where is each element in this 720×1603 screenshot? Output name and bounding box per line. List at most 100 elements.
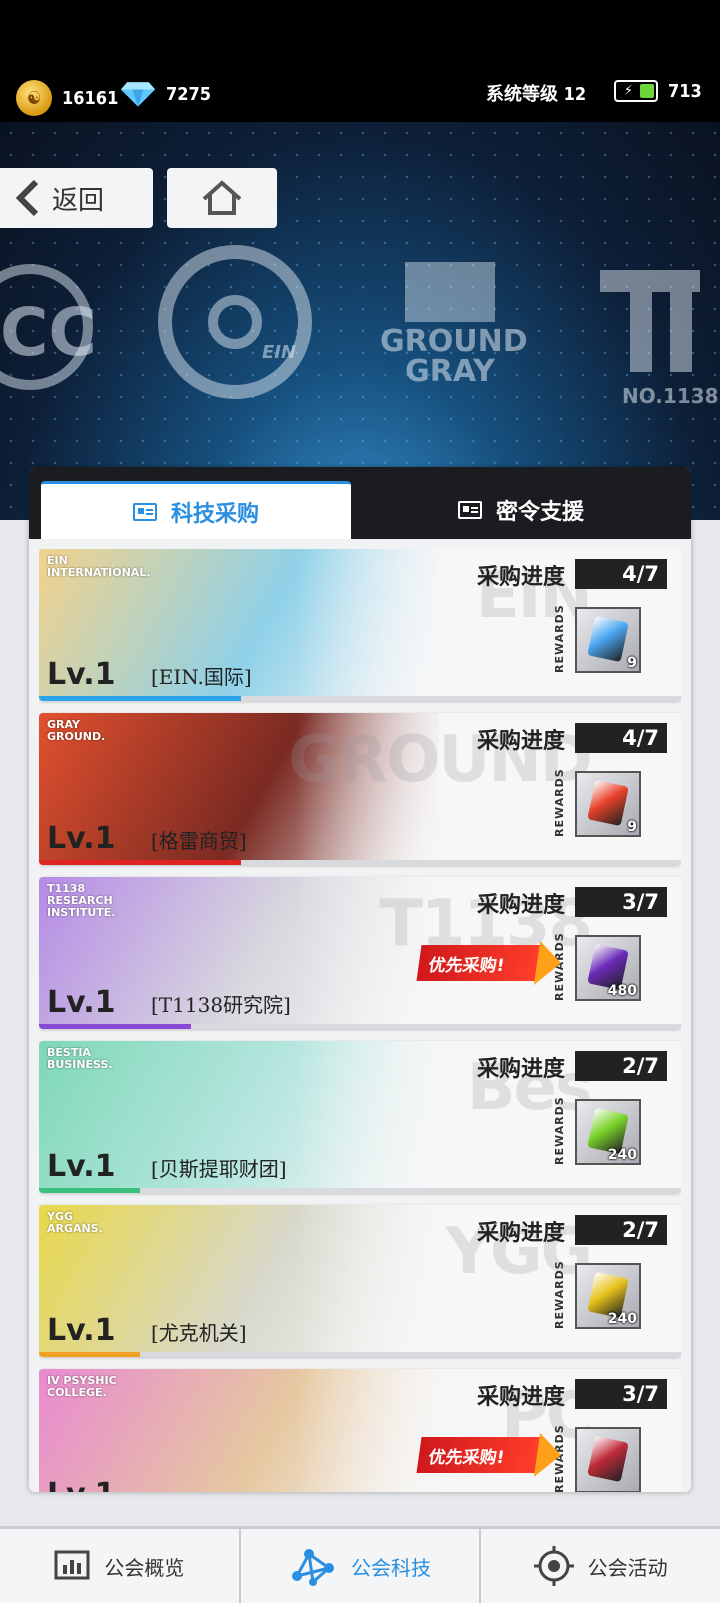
battery-icon: ⚡ bbox=[614, 80, 658, 102]
back-button[interactable]: 返回 bbox=[0, 168, 153, 228]
chevron-left-icon bbox=[15, 179, 39, 217]
level-progress-fill bbox=[39, 1188, 140, 1193]
reward-crystal-icon bbox=[587, 779, 629, 827]
reward-count: 240 bbox=[607, 1147, 637, 1163]
purchase-progress-label: 采购进度 bbox=[477, 564, 566, 590]
level-progress-bar bbox=[39, 1024, 681, 1029]
nav-guild-tech[interactable]: 公会科技 bbox=[241, 1529, 482, 1603]
faction-name: [尤克机关] bbox=[151, 1321, 247, 1345]
faction-level: Lv.1 bbox=[47, 985, 116, 1020]
reward-count: 240 bbox=[607, 1311, 637, 1327]
system-level-text: 系统等级 12 bbox=[486, 84, 587, 105]
reward-count: 9 bbox=[627, 819, 637, 835]
purchase-progress-value: 2/7 bbox=[575, 1051, 667, 1081]
purchase-progress-value: 2/7 bbox=[575, 1215, 667, 1245]
level-progress-bar bbox=[39, 1188, 681, 1193]
level-progress-fill bbox=[39, 696, 241, 701]
faction-level: Lv.1 bbox=[47, 821, 116, 856]
faction-card[interactable]: PC IV PSYSHIC COLLEGE. Lv.1 采购进度 3/7 REW… bbox=[39, 1369, 681, 1492]
energy-counter: ⚡ 713 bbox=[614, 80, 702, 102]
level-progress-bar bbox=[39, 860, 681, 865]
reward-crystal-icon bbox=[587, 615, 629, 663]
reward-item[interactable] bbox=[575, 1427, 641, 1492]
gold-counter: ☯ 16161 bbox=[16, 80, 118, 116]
reward-count: 480 bbox=[607, 983, 637, 999]
faction-tag: BESTIA BUSINESS. bbox=[47, 1046, 113, 1071]
faction-name: [EIN.国际] bbox=[151, 665, 252, 689]
tab-tech-purchase[interactable]: 科技采购 bbox=[41, 481, 351, 539]
faction-tag: GRAY GROUND. bbox=[47, 718, 106, 743]
status-bar: ☯ 16161 7275 系统等级 12 ⚡ 713 bbox=[0, 0, 720, 130]
faction-name: [贝斯提耶财团] bbox=[151, 1157, 287, 1181]
reward-item[interactable]: 240 bbox=[575, 1099, 641, 1165]
tab-secret-support[interactable]: 密令支援 bbox=[363, 481, 679, 539]
faction-list[interactable]: EIN EIN INTERNATIONAL. Lv.1 [EIN.国际] 采购进… bbox=[39, 549, 681, 1492]
faction-tag: T1138 RESEARCH INSTITUTE. bbox=[47, 882, 116, 919]
diamond-counter: 7275 bbox=[120, 80, 211, 108]
reward-item[interactable]: 9 bbox=[575, 607, 641, 673]
priority-label: 优先采购! bbox=[427, 1447, 506, 1468]
card-icon bbox=[457, 501, 482, 519]
faction-tag: EIN INTERNATIONAL. bbox=[47, 554, 151, 579]
faction-card[interactable]: T1138 T1138 RESEARCH INSTITUTE. Lv.1 [T1… bbox=[39, 877, 681, 1029]
tab-bar: 科技采购 密令支援 bbox=[29, 467, 691, 539]
nav-label: 公会科技 bbox=[351, 1555, 431, 1580]
nav-guild-overview[interactable]: 公会概览 bbox=[0, 1529, 241, 1603]
network-icon bbox=[292, 1549, 334, 1586]
chart-icon bbox=[54, 1550, 90, 1580]
priority-label: 优先采购! bbox=[427, 955, 506, 976]
purchase-progress-label: 采购进度 bbox=[477, 1384, 566, 1410]
reward-crystal-icon bbox=[587, 1435, 629, 1483]
rewards-label: REWARDS bbox=[553, 604, 566, 673]
gold-amount: 16161 bbox=[62, 87, 119, 109]
faction-level: Lv.1 bbox=[47, 657, 116, 692]
diamond-amount: 7275 bbox=[166, 83, 212, 105]
purchase-progress-value: 4/7 bbox=[575, 723, 667, 753]
t1138-logo: NO.1138 bbox=[622, 384, 719, 408]
home-button[interactable] bbox=[167, 168, 277, 228]
rewards-label: REWARDS bbox=[553, 768, 566, 837]
purchase-progress-label: 采购进度 bbox=[477, 728, 566, 754]
faction-level: Lv.1 bbox=[47, 1313, 116, 1348]
purchase-progress-value: 4/7 bbox=[575, 559, 667, 589]
diamond-icon bbox=[120, 82, 156, 107]
card-icon bbox=[132, 502, 157, 521]
level-progress-bar bbox=[39, 1352, 681, 1357]
faction-card[interactable]: YGG YGG ARGANS. Lv.1 [尤克机关] 采购进度 2/7 REW… bbox=[39, 1205, 681, 1357]
bottom-nav: 公会概览 公会科技 公会活动 bbox=[0, 1526, 720, 1603]
system-level: 系统等级 12 bbox=[486, 80, 586, 106]
home-icon bbox=[202, 180, 242, 215]
level-progress-fill bbox=[39, 860, 241, 865]
reward-item[interactable]: 9 bbox=[575, 771, 641, 837]
priority-purchase-badge: 优先采购! bbox=[416, 945, 542, 981]
rewards-label: REWARDS bbox=[553, 1096, 566, 1165]
target-icon bbox=[533, 1546, 574, 1586]
reward-item[interactable]: 480 bbox=[575, 935, 641, 1001]
faction-level: Lv.1 bbox=[47, 1477, 116, 1492]
faction-tag: IV PSYSHIC COLLEGE. bbox=[47, 1374, 117, 1399]
nav-guild-activity[interactable]: 公会活动 bbox=[481, 1529, 720, 1603]
back-label: 返回 bbox=[52, 185, 105, 216]
faction-card[interactable]: EIN EIN INTERNATIONAL. Lv.1 [EIN.国际] 采购进… bbox=[39, 549, 681, 701]
faction-card[interactable]: Bes BESTIA BUSINESS. Lv.1 [贝斯提耶财团] 采购进度 … bbox=[39, 1041, 681, 1193]
nav-label: 公会概览 bbox=[104, 1555, 185, 1580]
purchase-progress-value: 3/7 bbox=[575, 887, 667, 917]
purchase-progress-value: 3/7 bbox=[575, 1379, 667, 1409]
energy-amount: 713 bbox=[668, 80, 702, 102]
nav-label: 公会活动 bbox=[587, 1555, 668, 1580]
level-progress-fill bbox=[39, 1352, 140, 1357]
ein-logo: EIN bbox=[262, 342, 297, 363]
faction-card[interactable]: GROUND GRAY GROUND. Lv.1 [格雷商贸] 采购进度 4/7… bbox=[39, 713, 681, 865]
reward-item[interactable]: 240 bbox=[575, 1263, 641, 1329]
level-progress-fill bbox=[39, 1024, 191, 1029]
priority-purchase-badge: 优先采购! bbox=[416, 1437, 542, 1473]
gold-coin-icon: ☯ bbox=[16, 80, 52, 116]
ground-gray-logo: GROUND GRAY bbox=[380, 324, 528, 389]
purchase-progress-label: 采购进度 bbox=[477, 892, 566, 918]
tab-label: 密令支援 bbox=[495, 500, 584, 525]
purchase-progress-label: 采购进度 bbox=[477, 1056, 566, 1082]
guild-tech-panel: 科技采购 密令支援 EIN EIN INTERNATIONAL. Lv.1 [E… bbox=[29, 467, 691, 1492]
level-progress-bar bbox=[39, 696, 681, 701]
purchase-progress-label: 采购进度 bbox=[477, 1220, 566, 1246]
faction-name: [格雷商贸] bbox=[151, 829, 247, 853]
